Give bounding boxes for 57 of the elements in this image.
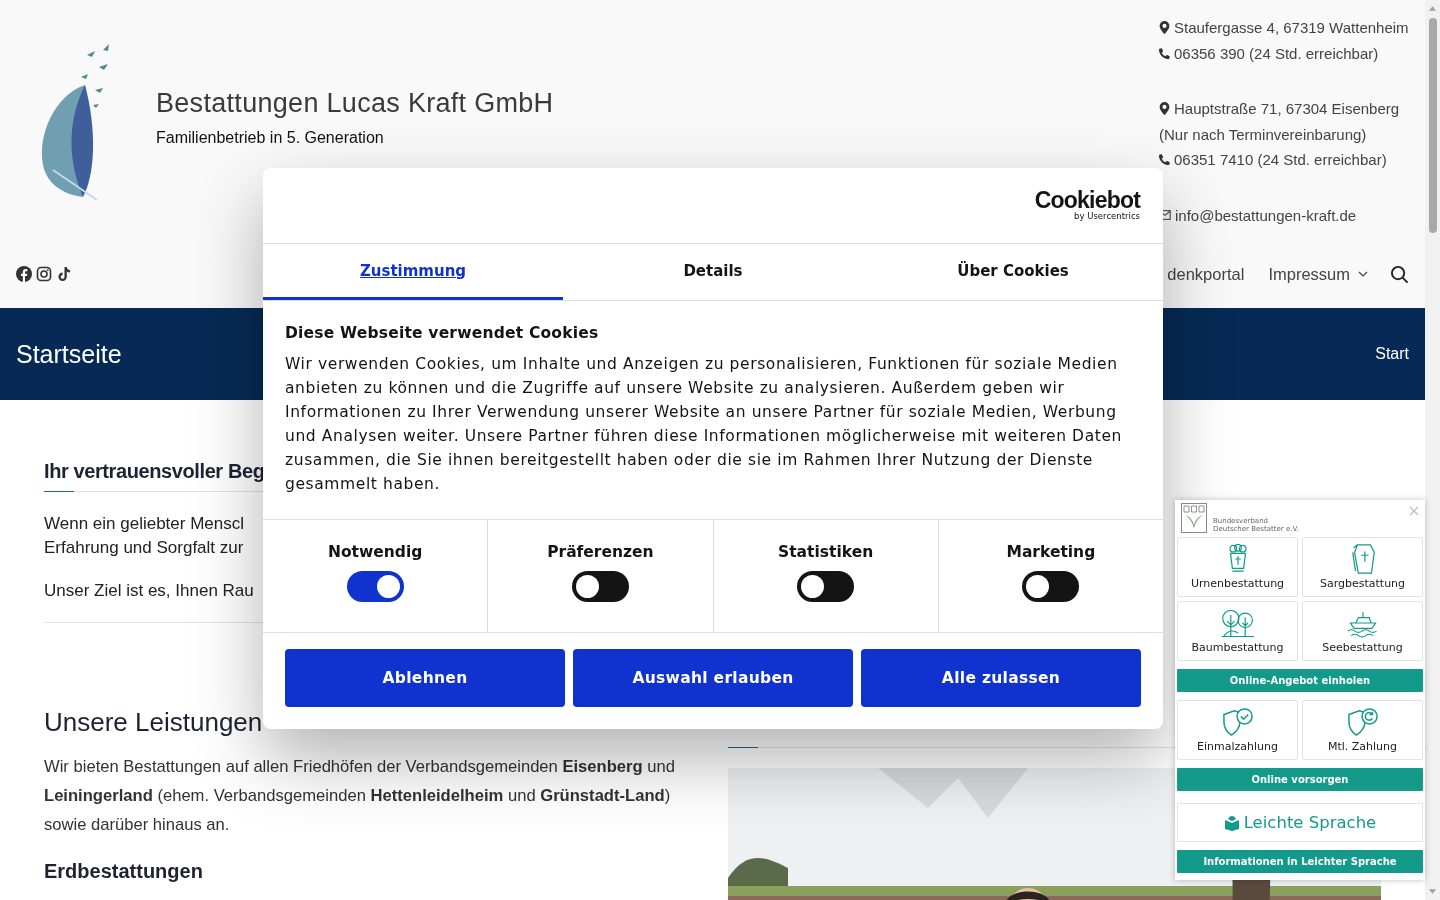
contact-text: (Nur nach Terminvereinbarung) <box>1159 124 1367 145</box>
services-paragraph: Wir bieten Bestattungen auf allen Friedhöfen der Verbandsgemeinden Eisenberg und Leiningerland (ehem. Verbandsgemeinden Hettenleidelheim und Grünstadt-Land) sowie darüber hinaus an. <box>44 756 676 836</box>
section-heading: Unsere Leistungen <box>44 707 264 738</box>
subheading: Erdbestattungen <box>44 860 204 883</box>
service-tile[interactable]: Mtl. Zahlung <box>1302 700 1423 761</box>
toggle-switch[interactable] <box>346 571 404 602</box>
dialog-title: Diese Webseite verwendet Cookies <box>285 324 600 342</box>
category-label: Marketing <box>1006 543 1096 561</box>
toggle-switch[interactable] <box>797 571 855 602</box>
nav-link[interactable]: denkportal <box>1167 264 1245 284</box>
paragraph-line: Wenn ein geliebter Menscl <box>44 513 244 535</box>
page-title: Startseite <box>16 339 122 369</box>
paragraph-line: Unser Ziel ist es, Ihnen Rau <box>44 580 254 602</box>
nav-link[interactable]: Impressum <box>1268 264 1368 284</box>
toggle-switch[interactable] <box>571 571 629 602</box>
contact-text: Hauptstraße 71, 67304 Eisenberg <box>1174 99 1400 119</box>
toggle-switch[interactable] <box>1022 571 1080 602</box>
chevron-down-icon <box>1358 271 1368 277</box>
contact-text: 06356 390 (24 Std. erreichbar) <box>1174 43 1379 64</box>
service-tile[interactable]: Seebestattung <box>1302 601 1423 661</box>
tiktok-icon[interactable] <box>56 266 72 282</box>
map-pin-icon <box>1159 102 1170 116</box>
consent-button[interactable]: Alle zulassen <box>861 649 1141 707</box>
scrollbar-thumb[interactable] <box>1428 18 1437 233</box>
site-tagline: Familienbetrieb in 5. Generation <box>156 129 385 147</box>
facebook-icon[interactable] <box>16 266 32 282</box>
dialog-text: Wir verwenden Cookies, um Inhalte und Anzeigen zu personalisieren, Funktionen für soziale Medien anbieten zu können und die Zugriffe auf unsere Website zu analysieren. Außerdem geben wir Informationen zu Ihrer Verwendung unserer Website an unsere Partner für soziale Medien, Werbung und Analysen weiter. Unsere Partner führen diese Informationen möglicherweise mit weiteren Daten zusammen, die Sie ihnen bereitgestellt haben oder die sie im Rahmen Ihrer Nutzung der Dienste gesammelt haben. <box>285 354 1123 495</box>
dialog-tab[interactable]: Details <box>563 244 863 300</box>
easy-language-button[interactable]: Leichte Sprache <box>1177 803 1423 842</box>
bdb-logo <box>1181 503 1207 533</box>
site-title: Bestattungen Lucas Kraft GmbH <box>156 88 554 119</box>
search-icon[interactable] <box>1390 264 1409 284</box>
contact-text: Staufergasse 4, 67319 Wattenheim <box>1174 18 1409 38</box>
service-tile[interactable]: Urnenbestattung <box>1177 537 1298 597</box>
service-tile[interactable]: Sargbestattung <box>1302 537 1423 597</box>
contact-text: info@bestattungen-kraft.de <box>1175 205 1357 226</box>
contact-text: 06351 7410 (24 Std. erreichbar) <box>1174 150 1387 170</box>
book-icon <box>1223 814 1240 831</box>
consent-button[interactable]: Ablehnen <box>285 649 565 707</box>
service-tile[interactable]: Baumbestattung <box>1177 601 1298 661</box>
paragraph-line: Erfahrung und Sorgfalt zur <box>44 537 244 559</box>
cookiebot-logo: Cookiebot <box>1034 189 1140 211</box>
cookiebot-byline: by Usercentrics <box>1074 211 1140 222</box>
dialog-tab[interactable]: Über Cookies <box>863 244 1163 300</box>
breadcrumb-link[interactable]: Start <box>1375 345 1409 363</box>
service-tile[interactable]: Einmalzahlung <box>1177 700 1298 761</box>
map-pin-icon <box>1159 21 1170 35</box>
phone-icon <box>1159 153 1170 167</box>
instagram-icon[interactable] <box>36 266 52 282</box>
phone-icon <box>1159 46 1170 60</box>
consent-button[interactable]: Auswahl erlauben <box>573 649 853 707</box>
category-label: Statistiken <box>778 543 874 561</box>
category-label: Notwendig <box>327 543 423 561</box>
trees-icon <box>1219 608 1256 638</box>
category-label: Präferenzen <box>547 543 654 561</box>
dialog-tab[interactable]: Zustimmung <box>263 244 563 300</box>
section-heading: Ihr vertrauensvoller Beg <box>44 460 265 483</box>
